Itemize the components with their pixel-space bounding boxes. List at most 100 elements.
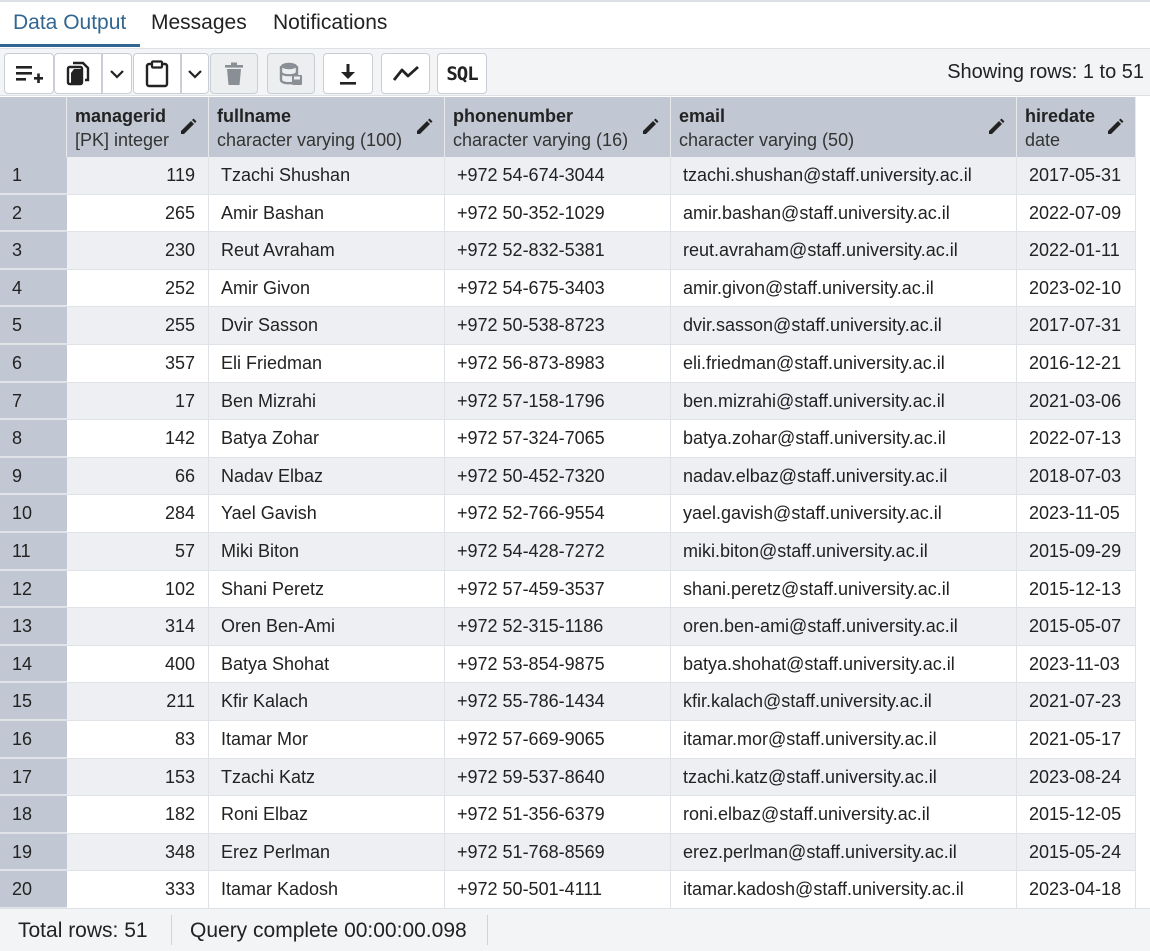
cell-fullname[interactable]: Itamar Kadosh — [209, 871, 445, 908]
cell-email[interactable]: dvir.sasson@staff.university.ac.il — [671, 307, 1017, 344]
cell-fullname[interactable]: Shani Peretz — [209, 570, 445, 608]
cell-managerid[interactable]: 252 — [67, 269, 209, 307]
cell-email[interactable]: yael.gavish@staff.university.ac.il — [671, 495, 1017, 532]
cell-fullname[interactable]: Amir Bashan — [209, 194, 445, 232]
cell-phonenumber[interactable]: +972 51-356-6379 — [445, 796, 671, 833]
cell-hiredate[interactable]: 2021-05-17 — [1017, 721, 1136, 758]
cell-managerid[interactable]: 255 — [67, 307, 209, 344]
cell-email[interactable]: nadav.elbaz@staff.university.ac.il — [671, 457, 1017, 495]
table-row[interactable]: 18 182 Roni Elbaz +972 51-356-6379 roni.elba… — [0, 796, 1136, 834]
cell-email[interactable]: miki.biton@staff.university.ac.il — [671, 533, 1017, 570]
table-row[interactable]: 7 17 Ben Mizrahi +972 57-158-1796 ben.mizrah… — [0, 382, 1136, 421]
cell-hiredate[interactable]: 2021-03-06 — [1017, 382, 1136, 420]
cell-fullname[interactable]: Kfir Kalach — [209, 683, 445, 720]
cell-phonenumber[interactable]: +972 53-854-9875 — [445, 645, 671, 683]
cell-managerid[interactable]: 102 — [67, 570, 209, 608]
cell-fullname[interactable]: Tzachi Katz — [209, 758, 445, 796]
sql-button[interactable]: SQL — [437, 53, 487, 94]
cell-email[interactable]: batya.zohar@staff.university.ac.il — [671, 420, 1017, 457]
edit-pencil-icon[interactable] — [640, 117, 660, 142]
edit-pencil-icon[interactable] — [1105, 117, 1125, 142]
cell-managerid[interactable]: 211 — [67, 683, 209, 720]
cell-managerid[interactable]: 284 — [67, 495, 209, 532]
row-number[interactable]: 11 — [0, 533, 67, 570]
cell-managerid[interactable]: 66 — [67, 457, 209, 495]
cell-managerid[interactable]: 119 — [67, 157, 209, 194]
tab-messages[interactable]: Messages — [151, 11, 247, 35]
cell-email[interactable]: erez.perlman@staff.university.ac.il — [671, 833, 1017, 871]
paste-button[interactable] — [133, 53, 181, 94]
cell-phonenumber[interactable]: +972 52-766-9554 — [445, 495, 671, 532]
cell-hiredate[interactable]: 2023-11-03 — [1017, 645, 1136, 683]
row-number[interactable]: 6 — [0, 345, 67, 382]
cell-fullname[interactable]: Batya Shohat — [209, 645, 445, 683]
cell-hiredate[interactable]: 2015-05-07 — [1017, 608, 1136, 645]
cell-phonenumber[interactable]: +972 50-352-1029 — [445, 194, 671, 232]
cell-phonenumber[interactable]: +972 57-324-7065 — [445, 420, 671, 457]
table-row[interactable]: 1 119 Tzachi Shushan +972 54-674-3044 tzachi… — [0, 157, 1136, 195]
table-row[interactable]: 14 400 Batya Shohat +972 53-854-9875 batya.s… — [0, 645, 1136, 684]
graph-visualiser-button[interactable] — [381, 53, 430, 94]
cell-managerid[interactable]: 230 — [67, 232, 209, 269]
cell-email[interactable]: reut.avraham@staff.university.ac.il — [671, 232, 1017, 269]
cell-hiredate[interactable]: 2017-05-31 — [1017, 157, 1136, 194]
cell-fullname[interactable]: Dvir Sasson — [209, 307, 445, 344]
cell-hiredate[interactable]: 2015-05-24 — [1017, 833, 1136, 871]
column-header-fullname[interactable]: fullname character varying (100) — [209, 97, 445, 157]
table-row[interactable]: 20 333 Itamar Kadosh +972 50-501-4111 itamar… — [0, 871, 1136, 908]
table-row[interactable]: 5 255 Dvir Sasson +972 50-538-8723 dvir.sass… — [0, 307, 1136, 345]
cell-fullname[interactable]: Reut Avraham — [209, 232, 445, 269]
cell-fullname[interactable]: Amir Givon — [209, 269, 445, 307]
cell-managerid[interactable]: 314 — [67, 608, 209, 645]
edit-pencil-icon[interactable] — [986, 117, 1006, 142]
cell-email[interactable]: tzachi.katz@staff.university.ac.il — [671, 758, 1017, 796]
cell-hiredate[interactable]: 2023-11-05 — [1017, 495, 1136, 532]
row-number[interactable]: 18 — [0, 796, 67, 833]
table-row[interactable]: 15 211 Kfir Kalach +972 55-786-1434 kfir.kal… — [0, 683, 1136, 721]
cell-managerid[interactable]: 182 — [67, 796, 209, 833]
cell-hiredate[interactable]: 2022-07-09 — [1017, 194, 1136, 232]
cell-hiredate[interactable]: 2015-12-05 — [1017, 796, 1136, 833]
table-row[interactable]: 13 314 Oren Ben-Ami +972 52-315-1186 oren.be… — [0, 608, 1136, 646]
tab-data-output[interactable]: Data Output — [13, 11, 126, 35]
table-row[interactable]: 19 348 Erez Perlman +972 51-768-8569 erez.pe… — [0, 833, 1136, 872]
cell-email[interactable]: kfir.kalach@staff.university.ac.il — [671, 683, 1017, 720]
cell-hiredate[interactable]: 2016-12-21 — [1017, 345, 1136, 382]
cell-managerid[interactable]: 57 — [67, 533, 209, 570]
cell-managerid[interactable]: 265 — [67, 194, 209, 232]
cell-phonenumber[interactable]: +972 54-675-3403 — [445, 269, 671, 307]
cell-email[interactable]: itamar.mor@staff.university.ac.il — [671, 721, 1017, 758]
download-button[interactable] — [323, 53, 373, 94]
column-header-hiredate[interactable]: hiredate date — [1017, 97, 1136, 157]
row-number[interactable]: 12 — [0, 570, 67, 608]
cell-hiredate[interactable]: 2021-07-23 — [1017, 683, 1136, 720]
cell-phonenumber[interactable]: +972 50-452-7320 — [445, 457, 671, 495]
cell-phonenumber[interactable]: +972 57-459-3537 — [445, 570, 671, 608]
row-number[interactable]: 2 — [0, 194, 67, 232]
table-row[interactable]: 4 252 Amir Givon +972 54-675-3403 amir.givon… — [0, 269, 1136, 308]
table-row[interactable]: 6 357 Eli Friedman +972 56-873-8983 eli.frie… — [0, 345, 1136, 383]
copy-options-dropdown[interactable] — [102, 53, 132, 94]
cell-phonenumber[interactable]: +972 52-832-5381 — [445, 232, 671, 269]
table-row[interactable]: 11 57 Miki Biton +972 54-428-7272 miki.biton… — [0, 533, 1136, 571]
tab-notifications[interactable]: Notifications — [273, 11, 387, 35]
table-row[interactable]: 16 83 Itamar Mor +972 57-669-9065 itamar.mor… — [0, 721, 1136, 759]
row-number[interactable]: 17 — [0, 758, 67, 796]
edit-pencil-icon[interactable] — [414, 117, 434, 142]
cell-phonenumber[interactable]: +972 56-873-8983 — [445, 345, 671, 382]
row-number[interactable]: 7 — [0, 382, 67, 420]
cell-fullname[interactable]: Yael Gavish — [209, 495, 445, 532]
cell-hiredate[interactable]: 2023-04-18 — [1017, 871, 1136, 908]
cell-managerid[interactable]: 348 — [67, 833, 209, 871]
cell-email[interactable]: batya.shohat@staff.university.ac.il — [671, 645, 1017, 683]
cell-hiredate[interactable]: 2022-01-11 — [1017, 232, 1136, 269]
row-number[interactable]: 20 — [0, 871, 67, 908]
table-row[interactable]: 12 102 Shani Peretz +972 57-459-3537 shani.p… — [0, 570, 1136, 609]
cell-fullname[interactable]: Eli Friedman — [209, 345, 445, 382]
column-header-phonenumber[interactable]: phonenumber character varying (16) — [445, 97, 671, 157]
column-header-managerid[interactable]: managerid [PK] integer — [67, 97, 209, 157]
row-number[interactable]: 10 — [0, 495, 67, 532]
cell-phonenumber[interactable]: +972 54-428-7272 — [445, 533, 671, 570]
copy-button[interactable] — [54, 53, 102, 94]
cell-managerid[interactable]: 83 — [67, 721, 209, 758]
